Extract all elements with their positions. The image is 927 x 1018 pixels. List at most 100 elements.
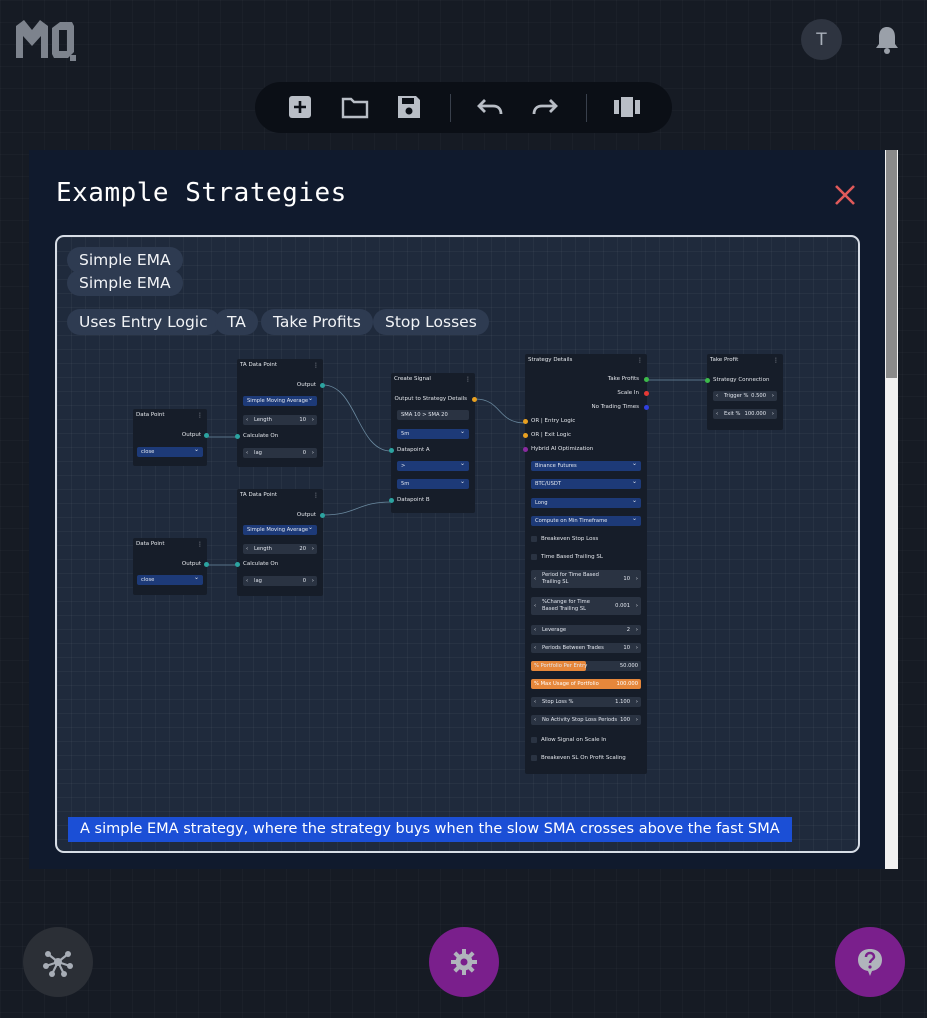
exit-logic-label: OR | Exit Logic <box>531 432 572 438</box>
max-usage-slider[interactable]: % Max Usage of Portfolio 100.000 <box>531 679 641 689</box>
output-port[interactable] <box>320 383 325 388</box>
output-port[interactable] <box>204 433 209 438</box>
breakeven-label: Breakeven Stop Loss <box>541 536 599 542</box>
node-title: Data Point <box>136 412 165 418</box>
output-port[interactable] <box>320 513 325 518</box>
timeframe-select[interactable]: 5m <box>397 477 469 489</box>
output-port[interactable] <box>644 405 649 410</box>
node-menu-icon[interactable]: ⋮ <box>313 362 319 369</box>
pair-select[interactable]: BTC/USDT <box>531 477 641 489</box>
entry-logic-label: OR | Entry Logic <box>531 418 576 424</box>
exit-label: Exit % <box>724 411 741 417</box>
output-port[interactable] <box>644 391 649 396</box>
allow-signal-checkbox[interactable] <box>531 737 537 743</box>
stop-loss-stepper[interactable]: ‹ Stop Loss % 1.100 › <box>531 697 641 707</box>
columns-icon <box>614 97 640 117</box>
input-port[interactable] <box>523 433 528 438</box>
input-port[interactable] <box>523 447 528 452</box>
strategy-details-node[interactable]: Strategy Details ⋮ Take Profits Scale In… <box>523 354 649 774</box>
no-activity-label: No Activity Stop Loss Periods <box>542 717 618 723</box>
input-port[interactable] <box>389 448 394 453</box>
input-port[interactable] <box>235 562 240 567</box>
portfolio-entry-label: % Portfolio Per Entry <box>534 663 588 669</box>
editor-toolbar <box>255 82 672 133</box>
network-button[interactable] <box>23 927 93 997</box>
bell-icon[interactable] <box>872 24 902 56</box>
data-point-node[interactable]: Data Point ⋮ Output close <box>133 538 209 595</box>
indicator-select[interactable]: Simple Moving Average <box>243 523 317 535</box>
indicator-select[interactable]: Simple Moving Average <box>243 394 317 406</box>
leverage-stepper[interactable]: ‹ Leverage 2 › <box>531 625 641 635</box>
lag-stepper[interactable]: ‹ lag 0 › <box>243 576 317 586</box>
time-trailing-checkbox[interactable] <box>531 554 537 560</box>
folder-icon <box>341 97 369 119</box>
data-point-node[interactable]: Data Point ⋮ Output close <box>133 409 209 466</box>
node-menu-icon[interactable]: ⋮ <box>773 357 779 364</box>
output-port[interactable] <box>644 377 649 382</box>
strategy-card[interactable]: Simple EMA Simple EMA Uses Entry Logic T… <box>55 235 860 853</box>
mo-logo[interactable] <box>14 18 76 62</box>
leverage-label: Leverage <box>542 627 567 633</box>
node-title: Strategy Details <box>528 357 573 363</box>
source-select[interactable]: close <box>137 445 203 457</box>
signal-expression[interactable]: SMA 10 > SMA 20 <box>397 410 469 420</box>
trigger-stepper[interactable]: ‹ Trigger % 0.500 › <box>713 391 777 401</box>
output-port[interactable] <box>472 397 477 402</box>
strategy-description: A simple EMA strategy, where the strateg… <box>68 817 792 842</box>
operator-select[interactable]: > <box>397 459 469 471</box>
node-menu-icon[interactable]: ⋮ <box>197 412 203 419</box>
node-menu-icon[interactable]: ⋮ <box>197 541 203 548</box>
redo-button[interactable] <box>527 89 563 125</box>
portfolio-entry-value: 50.000 <box>619 663 638 669</box>
timeframe-select[interactable]: 5m <box>397 427 469 439</box>
node-menu-icon[interactable]: ⋮ <box>465 376 471 383</box>
length-stepper[interactable]: ‹ Length 10 › <box>243 415 317 425</box>
lag-value: 0 <box>302 578 306 584</box>
lag-label: lag <box>254 450 262 456</box>
period-value: 10 <box>623 576 630 582</box>
settings-button[interactable] <box>429 927 499 997</box>
exchange-select[interactable]: Binance Futures <box>531 459 641 471</box>
user-avatar[interactable]: T <box>801 19 842 60</box>
exit-stepper[interactable]: ‹ Exit % 100.000 › <box>713 409 777 419</box>
compute-select[interactable]: Compute on Min Timeframe <box>531 514 641 526</box>
input-port[interactable] <box>523 419 528 424</box>
pct-change-stepper[interactable]: ‹ %Change for Time Based Trailing SL 0.001… <box>531 597 641 615</box>
add-button[interactable] <box>282 89 318 125</box>
period-stepper[interactable]: ‹ Period for Time Based Trailing SL 10 › <box>531 570 641 588</box>
no-activity-stepper[interactable]: ‹ No Activity Stop Loss Periods 100 › <box>531 715 641 725</box>
trigger-label: Trigger % <box>724 393 749 399</box>
ta-data-point-node[interactable]: TA Data Point ⋮ Output Simple Moving Ave… <box>235 359 325 467</box>
undo-button[interactable] <box>472 89 508 125</box>
breakeven-scaling-checkbox[interactable] <box>531 755 537 761</box>
scale-in-label: Scale In <box>617 390 639 396</box>
close-icon[interactable] <box>832 182 858 208</box>
help-button[interactable] <box>835 927 905 997</box>
input-port[interactable] <box>705 378 710 383</box>
length-stepper[interactable]: ‹ Length 20 › <box>243 544 317 554</box>
breakeven-checkbox[interactable] <box>531 536 537 542</box>
node-title: Create Signal <box>394 376 431 382</box>
open-button[interactable] <box>337 89 373 125</box>
output-port[interactable] <box>204 562 209 567</box>
ta-data-point-node[interactable]: TA Data Point ⋮ Output Simple Moving Ave… <box>235 489 325 596</box>
side-select[interactable]: Long <box>531 496 641 508</box>
scrollbar-thumb[interactable] <box>886 150 897 378</box>
periods-between-stepper[interactable]: ‹ Periods Between Trades 10 › <box>531 643 641 653</box>
trigger-value: 0.500 <box>751 393 766 399</box>
layout-button[interactable] <box>609 89 645 125</box>
input-port[interactable] <box>389 498 394 503</box>
network-icon <box>43 951 73 977</box>
node-menu-icon[interactable]: ⋮ <box>637 357 643 364</box>
create-signal-node[interactable]: Create Signal ⋮ Output to Strategy Detai… <box>389 373 477 513</box>
source-select[interactable]: close <box>137 573 203 585</box>
portfolio-entry-slider[interactable]: % Portfolio Per Entry 50.000 <box>531 661 641 671</box>
node-menu-icon[interactable]: ⋮ <box>313 492 319 499</box>
length-value: 10 <box>299 417 306 423</box>
save-button[interactable] <box>391 89 427 125</box>
output-label: Output to Strategy Details <box>394 396 467 402</box>
input-port[interactable] <box>235 434 240 439</box>
take-profit-node[interactable]: Take Profit ⋮ Strategy Connection ‹ Trigg… <box>705 354 783 430</box>
lag-stepper[interactable]: ‹ lag 0 › <box>243 448 317 458</box>
lag-label: lag <box>254 578 262 584</box>
